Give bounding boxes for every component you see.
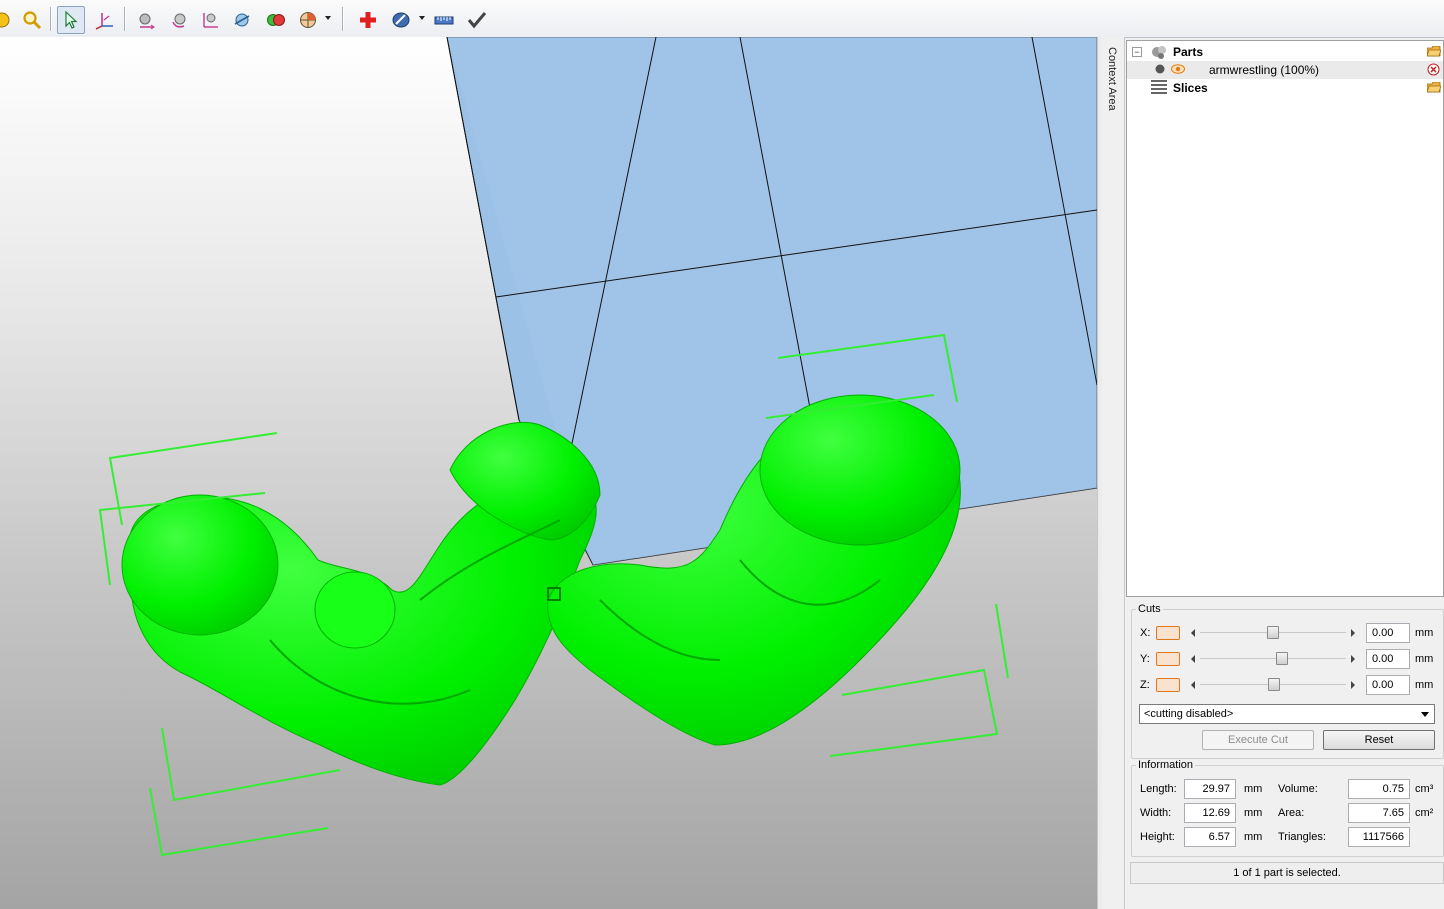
rotate-part-icon[interactable] (166, 6, 194, 34)
cut-x-value[interactable]: 0.00 (1366, 623, 1410, 643)
execute-cut-button[interactable]: Execute Cut (1202, 730, 1314, 750)
triangles-label: Triangles: (1278, 831, 1326, 843)
cut-mode-value: <cutting disabled> (1144, 708, 1234, 720)
visibility-eye-icon[interactable] (1171, 64, 1185, 74)
zoom-icon[interactable] (18, 6, 46, 34)
open-icon[interactable] (0, 6, 16, 34)
cut-z-label: Z: (1140, 679, 1150, 691)
parts-icon (1152, 46, 1166, 59)
tree-node-part[interactable]: armwrestling (100%) (1127, 61, 1443, 79)
height-value: 6.57 (1184, 827, 1236, 847)
volume-label: Volume: (1278, 783, 1318, 795)
slices-icon (1151, 80, 1167, 94)
checkmark-icon[interactable] (463, 6, 491, 34)
move-part-icon[interactable] (133, 6, 161, 34)
area-unit: cm² (1415, 807, 1434, 819)
cut-y-label: Y: (1140, 653, 1150, 665)
cut-y-toggle[interactable] (1156, 652, 1180, 666)
slider-thumb[interactable] (1276, 652, 1289, 665)
render-mode-icon[interactable] (387, 6, 415, 34)
render-mode-dropdown-icon[interactable] (419, 16, 425, 20)
width-label: Width: (1140, 807, 1172, 819)
part-dot-icon (1155, 64, 1165, 74)
cut-x-toggle[interactable] (1156, 626, 1180, 640)
cut-z-value[interactable]: 0.00 (1366, 675, 1410, 695)
cut-y-slider[interactable] (1188, 652, 1358, 666)
view-options-dropdown-icon[interactable] (325, 16, 331, 20)
collapse-icon[interactable]: − (1132, 47, 1142, 57)
tree-label-part: armwrestling (100%) (1209, 63, 1320, 77)
folder-open-icon[interactable] (1427, 82, 1441, 93)
toolbar-separator (342, 7, 344, 31)
length-label: Length: (1140, 783, 1177, 795)
cut-y-value[interactable]: 0.00 (1366, 649, 1410, 669)
cut-z-toggle[interactable] (1156, 678, 1180, 692)
width-unit: mm (1244, 807, 1263, 819)
view-options-icon[interactable] (294, 6, 322, 34)
area-value: 7.65 (1348, 803, 1410, 823)
merge-parts-icon[interactable] (262, 6, 290, 34)
chevron-down-icon (1421, 712, 1429, 717)
selection-status: 1 of 1 part is selected. (1130, 862, 1444, 884)
context-area-label: Context Area (1106, 47, 1118, 111)
cuts-title: Cuts (1136, 603, 1163, 615)
tree-node-slices[interactable]: Slices (1127, 79, 1443, 97)
slider-thumb[interactable] (1267, 626, 1279, 639)
height-label: Height: (1140, 831, 1175, 843)
tree-node-parts[interactable]: − Parts (1127, 43, 1443, 61)
folder-open-icon[interactable] (1427, 46, 1441, 57)
slider-thumb[interactable] (1268, 678, 1281, 691)
toolbar-separator (124, 7, 126, 31)
remove-part-icon[interactable] (1427, 63, 1440, 76)
context-area-tab[interactable]: Context Area (1102, 37, 1125, 909)
cut-x-slider[interactable] (1188, 626, 1358, 640)
cut-z-unit: mm (1415, 679, 1434, 691)
tree-label-parts: Parts (1173, 45, 1204, 59)
main-toolbar (0, 0, 1444, 38)
width-value: 12.69 (1184, 803, 1236, 823)
length-value: 29.97 (1184, 779, 1236, 799)
scene-canvas (98, 37, 1097, 857)
add-part-icon[interactable] (354, 6, 382, 34)
triangles-value: 1117566 (1348, 827, 1410, 847)
toolbar-separator (50, 7, 52, 31)
cut-z-slider[interactable] (1188, 678, 1358, 692)
volume-unit: cm³ (1415, 783, 1434, 795)
parts-tree[interactable]: − Parts armwrestling (100%) Slices (1126, 40, 1444, 597)
measure-ruler-icon[interactable] (430, 6, 458, 34)
scale-part-icon[interactable] (196, 6, 224, 34)
cut-y-unit: mm (1415, 653, 1434, 665)
left-arm-model[interactable] (121, 421, 601, 786)
reset-button[interactable]: Reset (1323, 730, 1435, 750)
select-arrow-icon[interactable] (57, 6, 85, 34)
length-unit: mm (1244, 783, 1263, 795)
area-label: Area: (1278, 807, 1305, 819)
cut-mode-select[interactable]: <cutting disabled> (1139, 704, 1435, 724)
cut-x-label: X: (1140, 627, 1151, 639)
tree-label-slices: Slices (1173, 81, 1208, 95)
information-title: Information (1136, 759, 1196, 771)
volume-value: 0.75 (1348, 779, 1410, 799)
cut-x-unit: mm (1415, 627, 1434, 639)
height-unit: mm (1244, 831, 1263, 843)
3d-viewport[interactable] (0, 37, 1097, 909)
coordinate-axes-icon[interactable] (90, 6, 118, 34)
mirror-part-icon[interactable] (228, 6, 256, 34)
